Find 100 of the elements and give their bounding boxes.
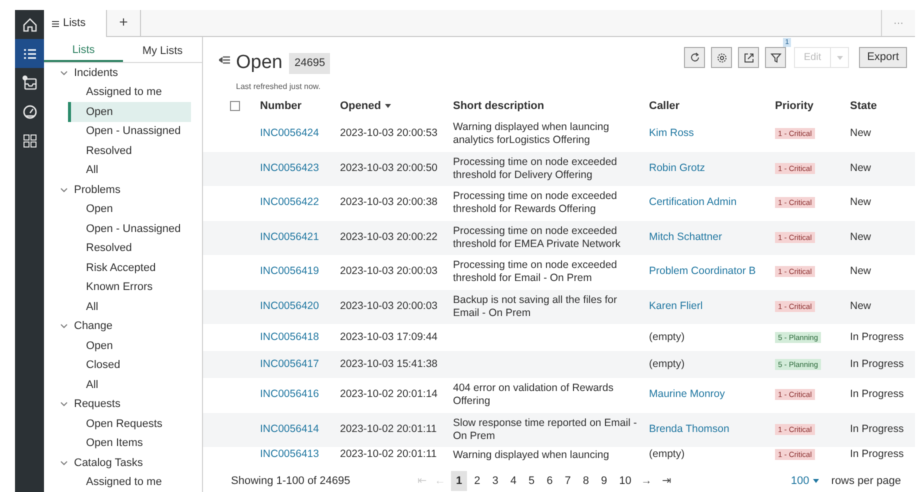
column-header[interactable]: State xyxy=(850,98,911,114)
table-cell-text: New xyxy=(850,230,872,245)
record-link[interactable]: INC0056418 xyxy=(260,330,340,346)
table-cell-text: 404 error on validation of Rewards Offering xyxy=(453,382,615,408)
tree-item[interactable]: Known Errors xyxy=(44,278,202,297)
tree-item[interactable]: Assigned to me xyxy=(44,472,202,492)
export-button[interactable]: Export xyxy=(859,47,907,68)
table-cell-text: 2023-10-02 20:01:14 xyxy=(340,387,438,402)
tree-item[interactable]: Open Requests xyxy=(44,414,202,434)
tree-item[interactable]: All xyxy=(44,297,202,316)
caret-icon xyxy=(836,56,842,60)
tab[interactable]: Lists xyxy=(44,10,107,37)
tree-group[interactable]: Requests xyxy=(74,396,120,412)
chevron-icon[interactable] xyxy=(60,400,68,408)
filter-icon xyxy=(770,52,782,64)
caller-link[interactable]: Robin Grotz xyxy=(649,160,706,177)
table-cell-text: Processing time on node exceeded threshold for Delivery Offering xyxy=(453,156,618,182)
tree-item[interactable]: All xyxy=(44,160,202,180)
tree-group[interactable]: Incidents xyxy=(74,64,118,81)
table-cell-text: 2023-10-03 15:41:38 xyxy=(340,356,438,372)
column-header[interactable]: Caller xyxy=(649,98,775,114)
caller-link[interactable]: Certification Admin xyxy=(649,195,737,212)
tree-item[interactable]: All xyxy=(44,375,202,394)
record-link[interactable]: INC0056413 xyxy=(260,447,340,463)
collapse-icon[interactable] xyxy=(219,56,230,64)
record-link[interactable]: INC0056423 xyxy=(260,160,340,177)
caller-link[interactable]: Problem Coordinator B xyxy=(649,264,756,280)
select-all-checkbox[interactable] xyxy=(230,101,240,111)
page-button[interactable]: 10 xyxy=(614,471,636,491)
page-button[interactable]: 6 xyxy=(542,471,558,491)
nav-rail-button[interactable] xyxy=(15,39,44,68)
table-cell-text: In Progress xyxy=(850,387,905,402)
page-button[interactable]: 9 xyxy=(596,471,612,491)
record-link[interactable]: INC0056414 xyxy=(260,422,340,438)
tree-item[interactable]: Risk Accepted xyxy=(44,258,202,278)
caller-link[interactable]: Kim Ross xyxy=(649,126,694,142)
column-header[interactable]: Opened xyxy=(340,98,453,114)
page-nav-button[interactable]: ⇥ xyxy=(656,472,676,490)
record-link[interactable]: INC0056420 xyxy=(260,298,340,315)
record-link[interactable]: INC0056424 xyxy=(260,126,340,142)
table-cell-text: 2023-10-03 20:00:38 xyxy=(340,195,438,210)
column-header[interactable]: Priority xyxy=(775,98,850,114)
page-button[interactable]: 8 xyxy=(578,471,594,491)
table-cell-text: 2023-10-03 20:00:22 xyxy=(340,230,438,245)
caller-link[interactable]: Mitch Schattner xyxy=(649,230,722,246)
table-cell-text: 2023-10-03 20:00:03 xyxy=(340,298,438,314)
rows-per-page-dropdown[interactable]: 100 xyxy=(790,472,820,490)
chevron-icon[interactable] xyxy=(60,458,68,467)
page-button[interactable]: 1 xyxy=(451,471,468,491)
table-cell-text: New xyxy=(850,264,872,280)
page-button[interactable]: 7 xyxy=(560,471,576,491)
table-cell-text: Processing time on node exceeded threshold for Email - On Prem xyxy=(453,259,618,286)
chevron-icon[interactable] xyxy=(60,322,68,330)
settings-icon xyxy=(716,52,728,64)
page-nav-button[interactable]: → xyxy=(636,472,656,490)
table-cell-text: In Progress xyxy=(850,422,905,437)
tree-item[interactable]: Open xyxy=(44,200,202,219)
tree-item[interactable]: Open - Unassigned xyxy=(44,122,202,141)
page-button[interactable]: 3 xyxy=(487,471,504,491)
share-button[interactable] xyxy=(738,47,759,68)
record-link[interactable]: INC0056419 xyxy=(260,264,340,280)
table-cell-text: Warning displayed when launcing xyxy=(453,448,610,462)
tree-item[interactable]: Closed xyxy=(44,356,202,375)
table-cell-text: 2023-10-03 20:00:53 xyxy=(340,126,438,142)
record-link[interactable]: INC0056422 xyxy=(260,195,340,212)
caller-link[interactable]: Karen Flierl xyxy=(649,298,703,315)
tree-item[interactable]: Resolved xyxy=(44,141,202,160)
tree-group[interactable]: Change xyxy=(74,318,113,334)
settings-button[interactable] xyxy=(711,47,732,68)
tree-group[interactable]: Catalog Tasks xyxy=(74,454,143,471)
refresh-status: Last refreshed just now. xyxy=(236,80,322,92)
table-cell-text: 2023-10-03 17:09:44 xyxy=(340,330,438,345)
sidebar-tab[interactable]: My Lists xyxy=(123,37,202,62)
chevron-icon[interactable] xyxy=(60,68,68,77)
column-header[interactable]: Short description xyxy=(453,98,649,114)
page-button[interactable]: 2 xyxy=(469,471,486,491)
tab[interactable]: + xyxy=(107,10,141,37)
caller-link[interactable]: Maurine Monroy xyxy=(649,387,725,404)
tree-item[interactable]: Open Items xyxy=(44,434,202,453)
record-link[interactable]: INC0056421 xyxy=(260,230,340,246)
table-cell-text: New xyxy=(850,195,872,210)
chevron-icon[interactable] xyxy=(60,186,68,194)
rows-per-page-label: rows per page xyxy=(831,474,901,489)
page-button[interactable]: 4 xyxy=(505,471,522,491)
column-header[interactable]: Number xyxy=(260,98,340,114)
tree-item[interactable]: Assigned to me xyxy=(44,82,202,102)
tree-item[interactable]: Resolved xyxy=(44,238,202,258)
record-link[interactable]: INC0056417 xyxy=(260,356,340,372)
record-count: 24695 xyxy=(289,53,330,74)
pagination-summary: Showing 1-100 of 24695 xyxy=(231,474,352,489)
tree-item[interactable]: Open - Unassigned xyxy=(44,219,202,238)
tree-item[interactable]: Open xyxy=(68,102,191,122)
filter-button[interactable] xyxy=(765,47,786,68)
tree-item[interactable]: Open xyxy=(44,336,202,356)
caller-link[interactable]: Brenda Thomson xyxy=(649,422,730,438)
refresh-button[interactable] xyxy=(684,47,705,68)
record-link[interactable]: INC0056416 xyxy=(260,387,340,404)
sidebar-tab[interactable]: Lists xyxy=(44,37,123,62)
tree-group[interactable]: Problems xyxy=(74,182,120,198)
page-button[interactable]: 5 xyxy=(524,471,540,491)
